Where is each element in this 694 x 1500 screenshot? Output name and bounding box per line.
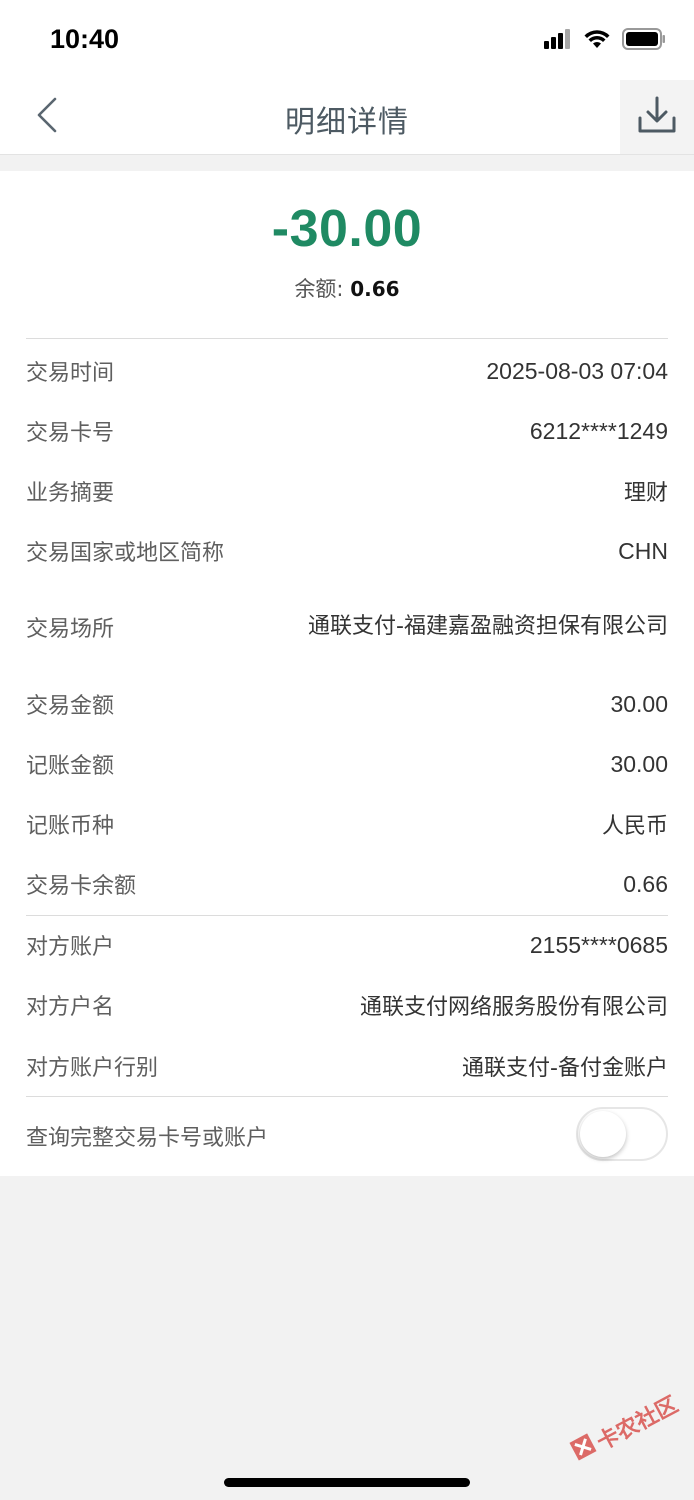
wifi-icon (584, 29, 610, 53)
detail-row-merchant: 交易场所 通联支付-福建嘉盈融资担保有限公司 (26, 592, 668, 662)
watermark-logo: 卡农社区 (567, 1387, 683, 1469)
detail-card: -30.00 余额: 0.66 交易时间 2025-08-03 07:04 交易… (0, 171, 694, 1176)
home-indicator[interactable] (224, 1478, 470, 1487)
detail-row-card-number: 交易卡号 6212****1249 (26, 413, 668, 449)
detail-row-posted-amount: 记账金额 30.00 (26, 746, 668, 782)
row-label: 交易金额 (26, 694, 115, 719)
detail-row-counterparty-bank: 对方账户行别 通联支付-备付金账户 (26, 1048, 668, 1084)
detail-row-time: 交易时间 2025-08-03 07:04 (26, 353, 668, 389)
row-label: 业务摘要 (26, 481, 115, 506)
divider (26, 338, 668, 339)
row-label: 对方账户行别 (26, 1056, 159, 1081)
row-value: 理财 (623, 481, 668, 506)
battery-icon (622, 28, 666, 54)
show-full-number-toggle[interactable] (576, 1107, 668, 1161)
detail-row-transaction-amount: 交易金额 30.00 (26, 686, 668, 722)
detail-row-card-balance: 交易卡余额 0.66 (26, 866, 668, 902)
row-label: 记账币种 (26, 814, 115, 839)
row-label: 交易卡号 (26, 421, 115, 446)
row-label: 交易国家或地区简称 (26, 541, 225, 566)
row-label: 交易时间 (26, 361, 115, 386)
toggle-row: 查询完整交易卡号或账户 (26, 1118, 554, 1154)
row-value: 6212****1249 (529, 417, 668, 444)
divider (26, 915, 668, 916)
row-value: 2155****0685 (529, 931, 668, 958)
nav-bar: 明细详情 (0, 80, 694, 155)
row-value: 通联支付-福建嘉盈融资担保有限公司 (308, 614, 668, 639)
row-label: 交易卡余额 (26, 874, 137, 899)
transaction-amount: -30.00 (271, 200, 423, 258)
signal-icon (544, 29, 572, 53)
row-value: 0.66 (623, 870, 668, 897)
row-value: 人民币 (601, 814, 668, 839)
detail-row-currency: 记账币种 人民币 (26, 806, 668, 842)
row-value: CHN (618, 537, 668, 564)
balance-line: 余额: 0.66 (0, 273, 694, 303)
row-value: 通联支付-备付金账户 (462, 1056, 668, 1081)
status-icons (544, 28, 666, 54)
detail-row-summary: 业务摘要 理财 (26, 473, 668, 509)
row-value: 30.00 (610, 690, 668, 717)
row-label: 对方账户 (26, 935, 115, 960)
toggle-knob (580, 1111, 626, 1157)
page-title: 明细详情 (285, 105, 409, 140)
balance-label: 余额: (294, 277, 344, 301)
balance-value: 0.66 (350, 277, 400, 301)
watermark-text: 卡农社区 (592, 1392, 683, 1456)
download-button[interactable] (620, 80, 694, 154)
status-bar: 10:40 (0, 0, 694, 80)
row-value: 2025-08-03 07:04 (486, 357, 668, 384)
row-label: 记账金额 (26, 754, 115, 779)
download-icon (637, 96, 677, 138)
detail-row-counterparty-name: 对方户名 通联支付网络服务股份有限公司 (26, 987, 668, 1023)
row-label: 对方户名 (26, 995, 115, 1020)
detail-row-counterparty-account: 对方账户 2155****0685 (26, 927, 668, 963)
toggle-label: 查询完整交易卡号或账户 (26, 1126, 269, 1151)
row-value: 通联支付网络服务股份有限公司 (359, 995, 668, 1020)
row-value: 30.00 (610, 750, 668, 777)
divider (26, 1096, 668, 1097)
row-label: 交易场所 (26, 617, 115, 642)
detail-row-country: 交易国家或地区简称 CHN (26, 533, 668, 569)
status-time: 10:40 (50, 24, 120, 54)
